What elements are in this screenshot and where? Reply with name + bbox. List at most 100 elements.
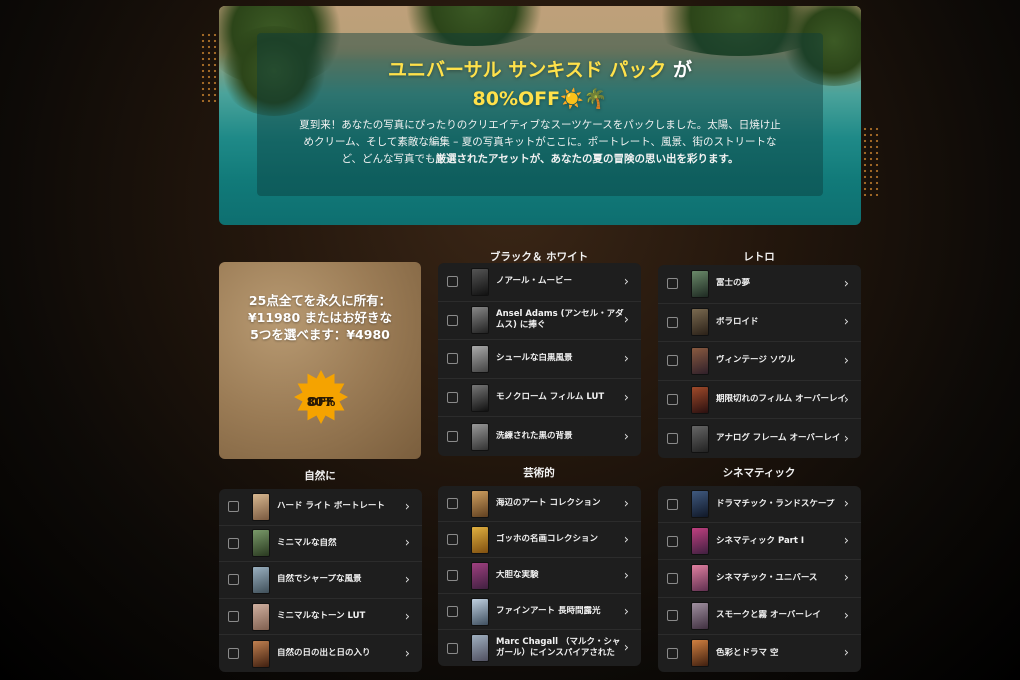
- list-item[interactable]: 大胆な実験 ›: [438, 558, 641, 594]
- item-checkbox[interactable]: [447, 570, 458, 581]
- list-item[interactable]: スモークと霧 オーバーレイ ›: [658, 598, 861, 635]
- chevron-right-icon[interactable]: ›: [844, 534, 849, 549]
- chevron-right-icon[interactable]: ›: [624, 351, 629, 366]
- list-item[interactable]: アナログ フレーム オーバーレイ ›: [658, 419, 861, 458]
- chevron-right-icon[interactable]: ›: [844, 431, 849, 446]
- list-item[interactable]: 期限切れのフィルム オーバーレイ ›: [658, 381, 861, 420]
- item-label: モノクローム フィルム LUT: [496, 392, 605, 403]
- list-item[interactable]: ノアール・ムービー ›: [438, 263, 641, 302]
- list-item[interactable]: シネマティック Part I ›: [658, 523, 861, 561]
- item-checkbox[interactable]: [228, 501, 239, 513]
- list-item[interactable]: モノクローム フィルム LUT ›: [438, 379, 641, 418]
- chevron-right-icon[interactable]: ›: [624, 390, 629, 405]
- item-checkbox[interactable]: [667, 433, 678, 445]
- chevron-right-icon[interactable]: ›: [624, 313, 629, 328]
- chevron-right-icon[interactable]: ›: [844, 276, 849, 291]
- chevron-right-icon[interactable]: ›: [405, 609, 410, 624]
- chevron-right-icon[interactable]: ›: [405, 536, 410, 551]
- chevron-right-icon[interactable]: ›: [405, 646, 410, 661]
- item-checkbox[interactable]: [667, 316, 678, 328]
- chevron-right-icon[interactable]: ›: [624, 532, 629, 547]
- item-checkbox[interactable]: [447, 431, 458, 443]
- chevron-right-icon[interactable]: ›: [844, 392, 849, 407]
- item-checkbox[interactable]: [667, 647, 678, 659]
- list-item[interactable]: 海辺のアート コレクション ›: [438, 486, 641, 522]
- category-title-retro: レトロ: [743, 251, 775, 263]
- category-title-bw: ブラック＆ ホワイト: [489, 251, 589, 263]
- item-thumbnail: [253, 603, 269, 630]
- item-thumbnail: [692, 565, 708, 592]
- chevron-right-icon[interactable]: ›: [624, 429, 629, 444]
- item-label: ファインアート 長時間露光: [496, 606, 601, 616]
- bundle-offer-tile[interactable]: 25点全てを永久に所有：¥11980 またはお好きな5つを選べます：¥4980: [219, 262, 421, 459]
- list-item[interactable]: Marc Chagall （マルク・シャガール）にインスパイアされた ›: [438, 630, 641, 666]
- item-checkbox[interactable]: [447, 314, 458, 326]
- item-label: スモークと霧 オーバーレイ: [716, 610, 821, 621]
- list-item[interactable]: 洗練された黒の背景 ›: [438, 417, 641, 456]
- item-thumbnail: [472, 345, 488, 372]
- item-thumbnail: [692, 347, 708, 374]
- item-thumbnail: [472, 562, 488, 589]
- hero-banner: [219, 6, 861, 225]
- list-item[interactable]: ファインアート 長時間露光 ›: [438, 594, 641, 630]
- list-item[interactable]: ミニマルなトーン LUT ›: [219, 599, 422, 636]
- chevron-right-icon[interactable]: ›: [844, 646, 849, 661]
- list-item[interactable]: Ansel Adams (アンセル・アダムス) に捧ぐ ›: [438, 302, 641, 341]
- list-item[interactable]: ミニマルな自然 ›: [219, 526, 422, 563]
- chevron-right-icon[interactable]: ›: [624, 604, 629, 619]
- item-checkbox[interactable]: [447, 392, 458, 404]
- category-title-art: 芸術的: [523, 467, 555, 479]
- list-item[interactable]: 自然の日の出と日の入り ›: [219, 635, 422, 672]
- list-item[interactable]: ゴッホの名画コレクション ›: [438, 522, 641, 558]
- category-panel-nature: ハード ライト ポートレート › ミニマルな自然 › 自然でシャープな風景 › ミニマルなト…: [219, 489, 422, 672]
- list-item[interactable]: シュールな白黒風景 ›: [438, 340, 641, 379]
- item-label: Marc Chagall （マルク・シャガール）にインスパイアされた: [496, 637, 621, 658]
- list-item[interactable]: ポラロイド ›: [658, 304, 861, 343]
- item-checkbox[interactable]: [667, 572, 678, 584]
- item-label: ハード ライト ポートレート: [277, 501, 385, 512]
- item-label: ヴィンテージ ソウル: [716, 355, 796, 366]
- item-checkbox[interactable]: [667, 394, 678, 406]
- item-checkbox[interactable]: [447, 276, 458, 288]
- chevron-right-icon[interactable]: ›: [405, 572, 410, 587]
- hero-description: 夏到来！あなたの写真にぴったりのクリエイティブなスーツケースをパックしました。太…: [299, 119, 781, 165]
- chevron-right-icon[interactable]: ›: [844, 608, 849, 623]
- item-checkbox[interactable]: [667, 278, 678, 290]
- item-label: 洗練された黒の背景: [496, 431, 573, 442]
- item-checkbox[interactable]: [228, 611, 239, 623]
- list-item[interactable]: 色彩とドラマ 空 ›: [658, 635, 861, 672]
- item-checkbox[interactable]: [667, 355, 678, 367]
- item-checkbox[interactable]: [228, 574, 239, 586]
- chevron-right-icon[interactable]: ›: [844, 353, 849, 368]
- list-item[interactable]: ハード ライト ポートレート ›: [219, 489, 422, 526]
- item-checkbox[interactable]: [228, 537, 239, 549]
- chevron-right-icon[interactable]: ›: [844, 497, 849, 512]
- chevron-right-icon[interactable]: ›: [624, 641, 629, 656]
- item-checkbox[interactable]: [447, 534, 458, 545]
- chevron-right-icon[interactable]: ›: [405, 499, 410, 514]
- item-checkbox[interactable]: [667, 535, 678, 547]
- item-checkbox[interactable]: [228, 648, 239, 660]
- chevron-right-icon[interactable]: ›: [844, 571, 849, 586]
- item-checkbox[interactable]: [447, 642, 458, 654]
- chevron-right-icon[interactable]: ›: [624, 274, 629, 289]
- list-item[interactable]: 自然でシャープな風景 ›: [219, 562, 422, 599]
- item-checkbox[interactable]: [447, 353, 458, 365]
- item-thumbnail: [692, 270, 708, 297]
- item-checkbox[interactable]: [447, 606, 458, 617]
- item-label: 富士の夢: [716, 278, 751, 289]
- chevron-right-icon[interactable]: ›: [624, 568, 629, 583]
- item-checkbox[interactable]: [667, 498, 678, 510]
- item-checkbox[interactable]: [447, 498, 458, 509]
- item-label: 自然の日の出と日の入り: [277, 648, 371, 659]
- category-title-cine: シネマティック: [722, 467, 796, 479]
- list-item[interactable]: シネマチック・ユニバース ›: [658, 560, 861, 598]
- list-item[interactable]: 富士の夢 ›: [658, 265, 861, 304]
- list-item[interactable]: ドラマチック・ランドスケープ ›: [658, 486, 861, 524]
- list-item[interactable]: ヴィンテージ ソウル ›: [658, 342, 861, 381]
- item-label: シネマティック Part I: [716, 535, 805, 546]
- chevron-right-icon[interactable]: ›: [624, 496, 629, 511]
- item-thumbnail: [472, 635, 488, 661]
- item-checkbox[interactable]: [667, 610, 678, 622]
- chevron-right-icon[interactable]: ›: [844, 315, 849, 330]
